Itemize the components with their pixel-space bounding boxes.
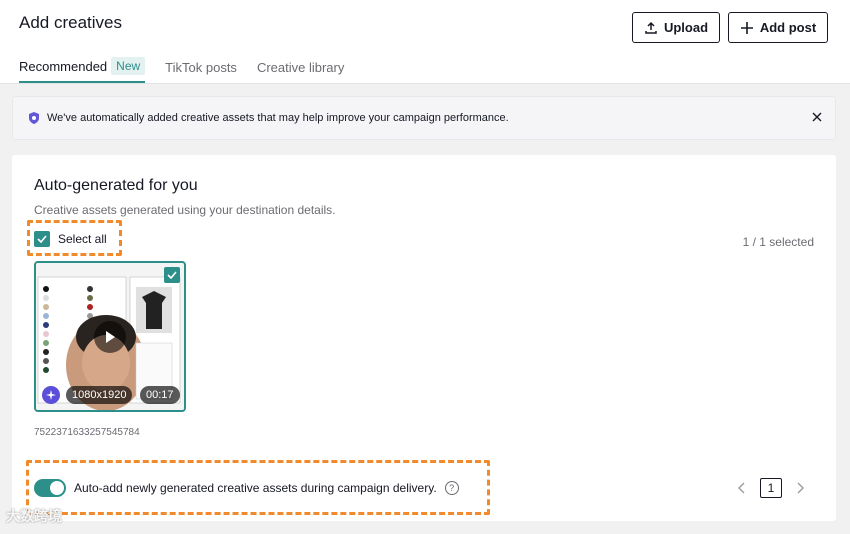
add-post-label: Add post: [759, 20, 817, 35]
asset-id: 7522371633257545784: [34, 427, 140, 438]
chevron-right-icon[interactable]: [796, 482, 804, 494]
check-icon: [167, 271, 177, 279]
asset-checkbox[interactable]: [164, 267, 180, 283]
select-all-highlight: [27, 220, 122, 256]
shield-icon: [29, 112, 39, 124]
chevron-left-icon[interactable]: [738, 482, 746, 494]
duration-badge: 00:17: [140, 386, 180, 404]
tab-creative-library-label: Creative library: [256, 59, 345, 75]
plus-icon: [740, 21, 753, 34]
header-bar: Add creatives Upload Add post Recommende…: [0, 0, 850, 84]
close-icon[interactable]: [809, 109, 825, 125]
watermark-text: 大数跨境: [6, 508, 62, 524]
ai-sparkle-icon: [42, 386, 60, 404]
banner-text: We've automatically added creative asset…: [47, 112, 509, 124]
upload-icon: [645, 21, 657, 34]
tab-recommended-label: Recommended: [19, 58, 108, 74]
card-title: Auto-generated for you: [34, 177, 198, 194]
page-title: Add creatives: [19, 13, 122, 32]
card-subtitle: Creative assets generated using your des…: [34, 203, 336, 217]
tab-recommended[interactable]: Recommended New: [19, 57, 146, 83]
play-icon[interactable]: [94, 321, 126, 353]
asset-thumbnail[interactable]: 1080x1920 00:17: [34, 261, 186, 412]
tab-tiktok-posts[interactable]: TikTok posts: [165, 57, 237, 83]
info-banner: We've automatically added creative asset…: [12, 96, 836, 140]
upload-button[interactable]: Upload: [632, 12, 720, 43]
tab-tiktok-posts-label: TikTok posts: [165, 59, 237, 75]
resolution-badge: 1080x1920: [66, 386, 133, 404]
tab-bar: Recommended New TikTok posts Creative li…: [19, 57, 344, 83]
page-number[interactable]: 1: [760, 478, 782, 498]
tab-creative-library[interactable]: Creative library: [257, 57, 344, 83]
pagination: 1: [738, 478, 804, 498]
add-post-button[interactable]: Add post: [728, 12, 828, 43]
auto-add-highlight: [26, 460, 490, 515]
selected-count: 1 / 1 selected: [742, 235, 814, 249]
new-badge: New: [111, 57, 146, 75]
upload-label: Upload: [663, 20, 709, 35]
